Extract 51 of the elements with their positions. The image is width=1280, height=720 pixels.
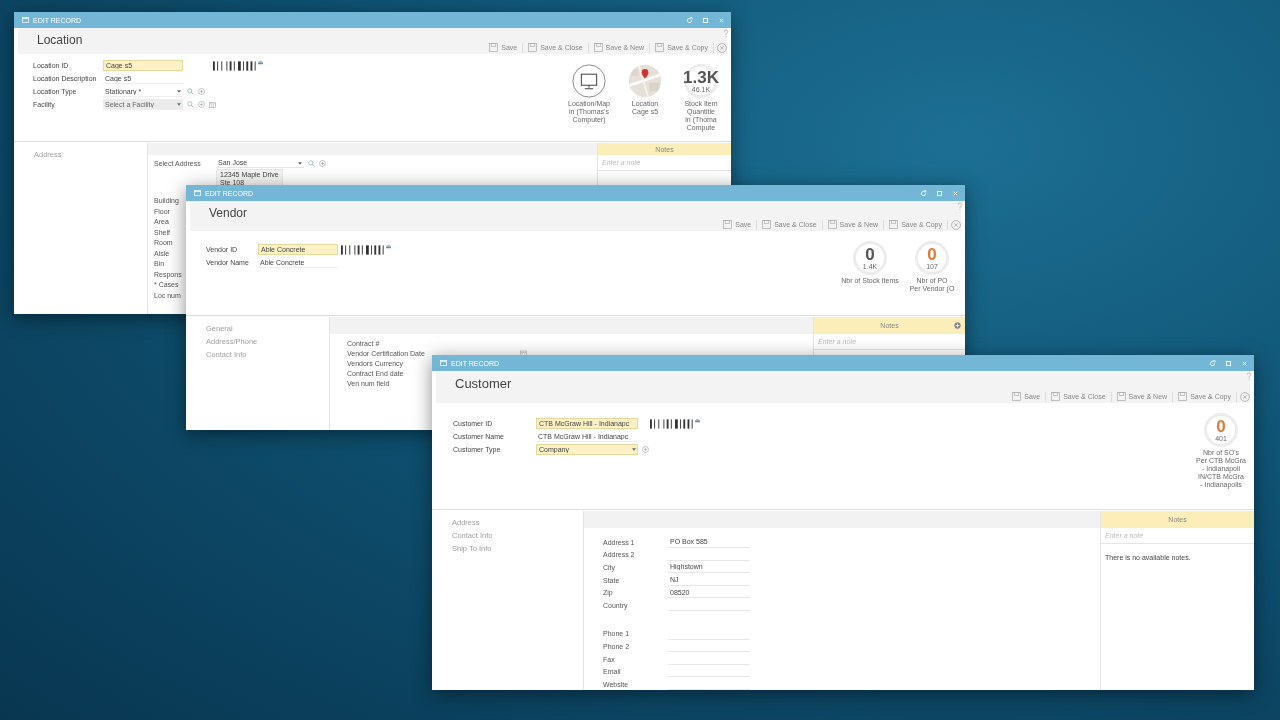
save-icon [593, 43, 603, 52]
window-icon [194, 190, 201, 196]
help-icon[interactable] [1246, 372, 1252, 381]
add-icon[interactable] [198, 88, 205, 95]
close-icon[interactable] [717, 42, 727, 53]
save-icon [723, 220, 733, 229]
help-icon[interactable] [957, 202, 963, 211]
window-icon [440, 360, 447, 366]
add-icon[interactable] [319, 159, 326, 167]
caret-icon[interactable] [177, 103, 181, 106]
record-title: Vendor [209, 206, 248, 220]
search-icon[interactable] [187, 101, 194, 108]
add-icon[interactable] [642, 446, 649, 453]
grid-icon[interactable] [209, 101, 216, 108]
printer-icon[interactable] [258, 61, 263, 65]
save-icon [489, 43, 499, 52]
caret-icon[interactable] [298, 161, 302, 165]
save-icon [655, 43, 665, 52]
save-icon [762, 220, 772, 229]
save-icon [1178, 392, 1188, 401]
save-icon [1116, 392, 1126, 401]
help-icon[interactable] [723, 29, 729, 38]
save-icon [827, 220, 837, 229]
window-icon [22, 17, 29, 23]
refresh-icon[interactable] [1209, 359, 1216, 367]
monitor-icon[interactable] [572, 64, 606, 98]
printer-icon[interactable] [386, 245, 391, 249]
save-icon [1012, 392, 1022, 401]
printer-icon[interactable] [695, 419, 700, 423]
search-icon[interactable] [308, 159, 315, 167]
caret-icon[interactable] [177, 90, 181, 93]
close-icon[interactable] [951, 219, 961, 230]
close-icon[interactable] [1240, 391, 1250, 402]
caret-icon[interactable] [632, 448, 636, 451]
add-icon[interactable] [198, 101, 205, 108]
refresh-icon[interactable] [920, 189, 927, 197]
save-icon [528, 43, 538, 52]
search-icon[interactable] [187, 88, 194, 95]
maximize-icon[interactable] [936, 189, 943, 197]
maximize-icon[interactable] [1225, 359, 1232, 367]
record-title: Location [37, 33, 83, 47]
stat-value: 0 [1216, 418, 1226, 435]
stat-value: 0 [865, 246, 875, 263]
maximize-icon[interactable] [702, 16, 709, 24]
stat-value: 1.3K [683, 69, 719, 86]
stat-value: 0 [927, 246, 937, 263]
calendar-icon[interactable] [520, 349, 527, 357]
refresh-icon[interactable] [686, 16, 693, 24]
record-title: Customer [455, 376, 512, 391]
save-icon [889, 220, 899, 229]
save-icon [1051, 392, 1061, 401]
